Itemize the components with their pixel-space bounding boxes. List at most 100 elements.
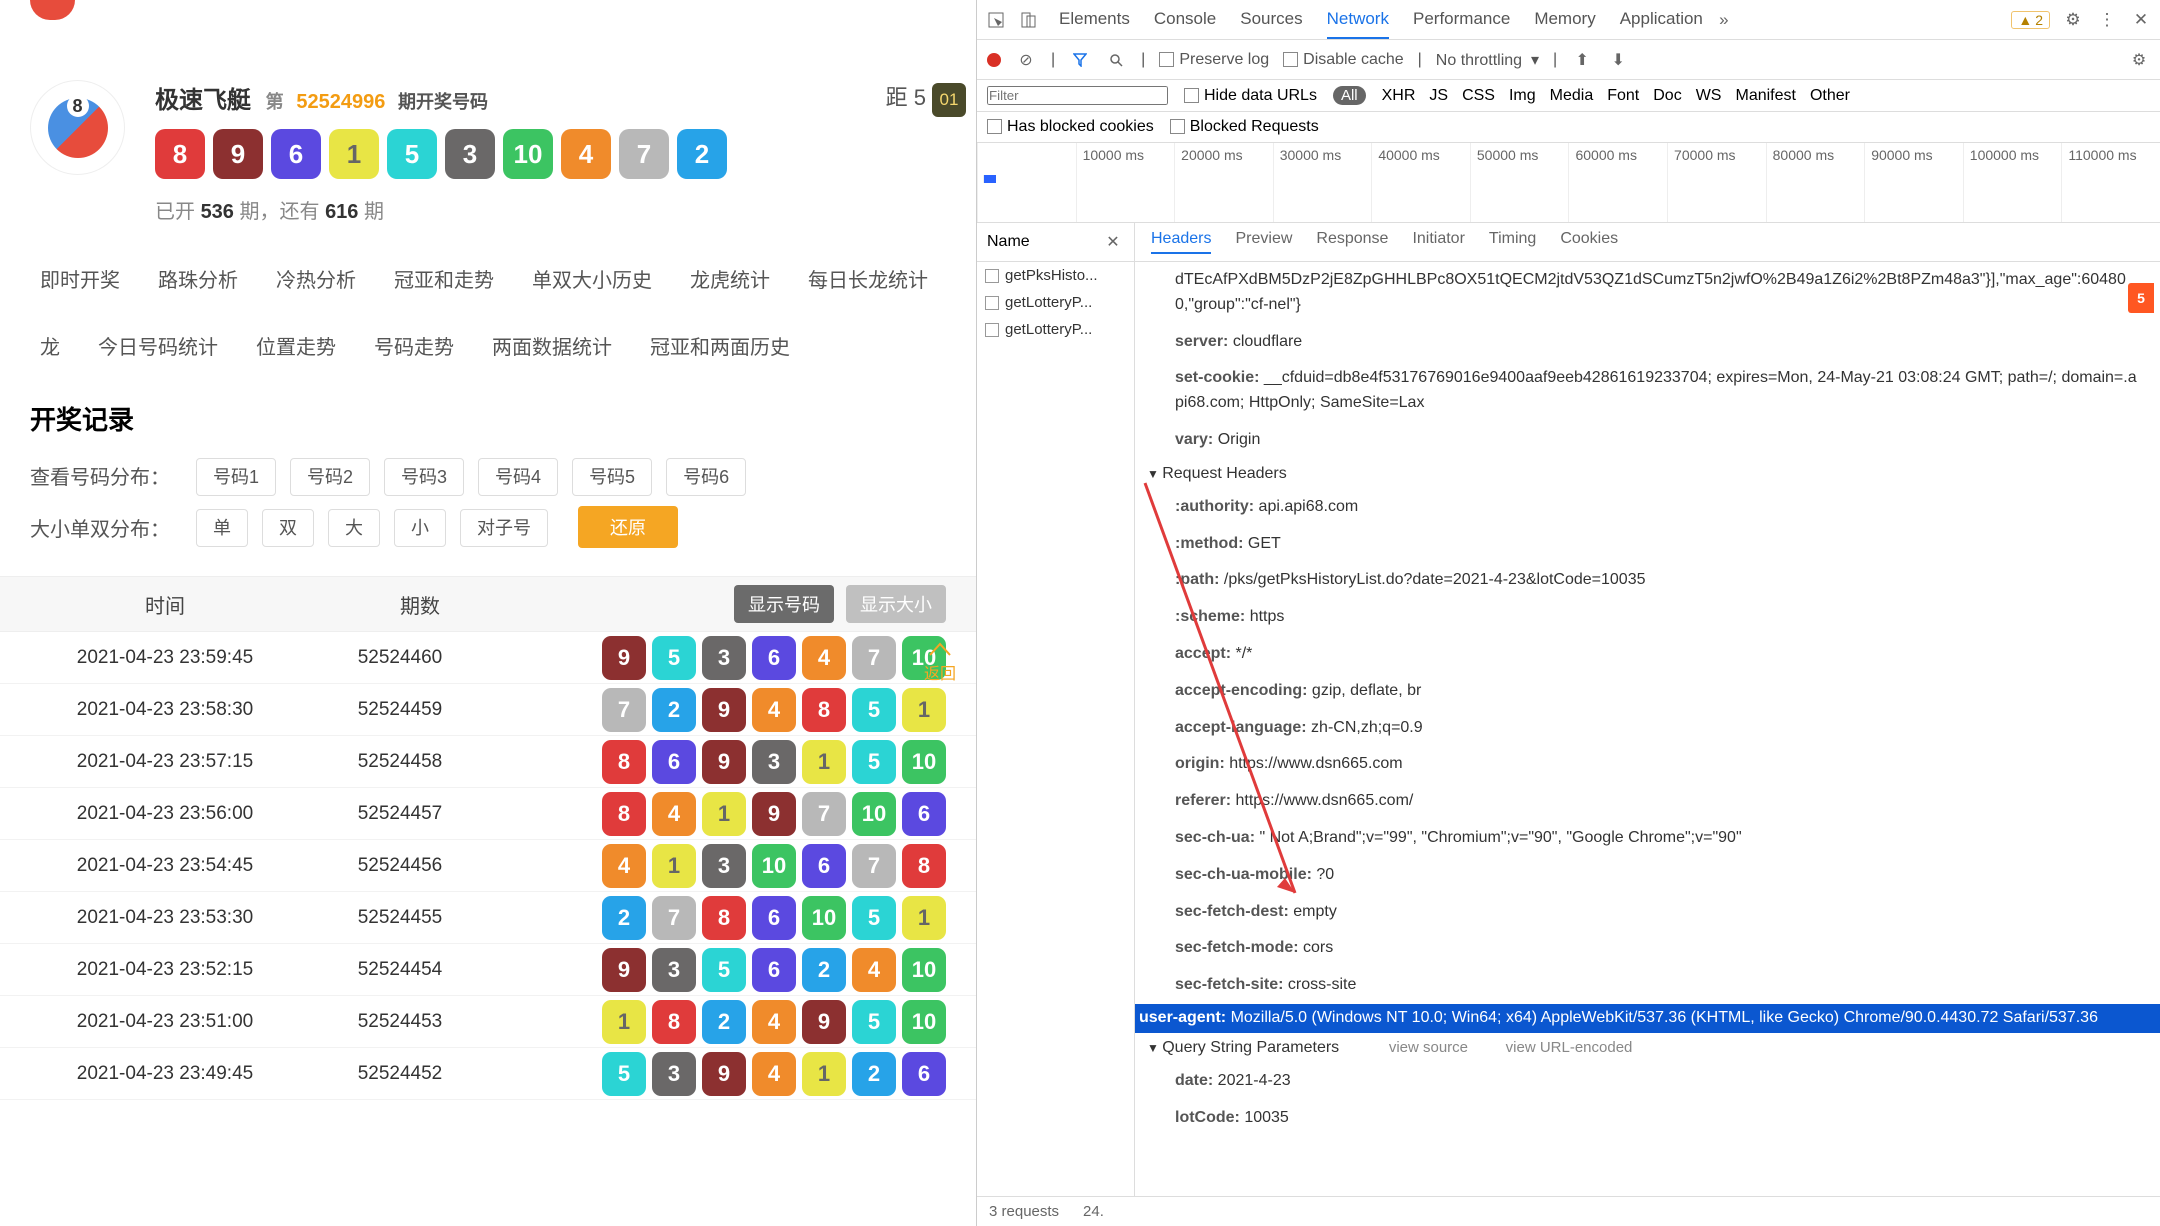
detail-tab[interactable]: Response: [1316, 230, 1388, 254]
tab-item[interactable]: 冷热分析: [276, 264, 356, 293]
filter-pill[interactable]: 号码6: [666, 458, 746, 496]
filter-all[interactable]: All: [1333, 86, 1366, 105]
history-rows: 2021-04-23 23:59:4552524460953647102021-…: [0, 632, 976, 1100]
table-row: 2021-04-23 23:52:155252445493562410: [0, 944, 976, 996]
type-filter[interactable]: XHR: [1382, 87, 1416, 104]
view-source[interactable]: view source: [1389, 1039, 1468, 1056]
show-size-button[interactable]: 显示大小: [846, 585, 946, 623]
filter-pill[interactable]: 单: [196, 509, 248, 547]
devtools-tab[interactable]: Console: [1154, 1, 1216, 39]
timeline[interactable]: 10000 ms20000 ms30000 ms40000 ms50000 ms…: [977, 143, 2160, 223]
preserve-log[interactable]: Preserve log: [1159, 51, 1269, 69]
detail-tab[interactable]: Initiator: [1412, 230, 1464, 254]
filter-pill[interactable]: 号码4: [478, 458, 558, 496]
devtools-tab[interactable]: Memory: [1534, 1, 1595, 39]
type-filter[interactable]: Media: [1550, 87, 1594, 104]
type-filter[interactable]: CSS: [1462, 87, 1495, 104]
filter-input[interactable]: [987, 86, 1168, 105]
gear-icon[interactable]: ⚙: [2062, 9, 2084, 31]
nav-tabs: 即时开奖 路珠分析 冷热分析 冠亚和走势 单双大小历史 龙虎统计 每日长龙统计龙 今日号码统计…: [0, 244, 976, 370]
filter-pill[interactable]: 小: [394, 509, 446, 547]
ball-10: 10: [902, 1000, 946, 1044]
record-icon[interactable]: [987, 53, 1001, 67]
tab-item[interactable]: 冠亚和两面历史: [650, 331, 790, 360]
devtools-tab[interactable]: Network: [1327, 1, 1389, 39]
type-filter[interactable]: WS: [1696, 87, 1722, 104]
issue-number: 52524996: [296, 91, 385, 113]
user-agent-header[interactable]: user-agent: Mozilla/5.0 (Windows NT 10.0…: [1135, 1004, 2160, 1033]
devtools-tab[interactable]: Elements: [1059, 1, 1130, 39]
filter-pill[interactable]: 号码1: [196, 458, 276, 496]
ball-5: 5: [852, 688, 896, 732]
ball-4: 4: [652, 792, 696, 836]
throttling-select[interactable]: No throttling ▾: [1436, 50, 1539, 70]
ball-2: 2: [677, 129, 727, 179]
hide-urls[interactable]: Hide data URLs: [1184, 87, 1317, 105]
request-headers-section[interactable]: Request Headers: [1135, 459, 2160, 489]
type-filter[interactable]: Other: [1810, 87, 1850, 104]
view-url-encoded[interactable]: view URL-encoded: [1506, 1039, 1633, 1056]
tab-item[interactable]: 号码走势: [374, 331, 454, 360]
tab-item[interactable]: 路珠分析: [158, 264, 238, 293]
blocked-requests[interactable]: Blocked Requests: [1170, 118, 1319, 136]
title-row: 极速飞艇 第 52524996 期开奖号码: [155, 80, 727, 115]
devtools-tab[interactable]: Sources: [1240, 1, 1302, 39]
filter-pill[interactable]: 双: [262, 509, 314, 547]
ball-6: 6: [752, 948, 796, 992]
query-string-section[interactable]: Query String Parameters: [1135, 1033, 1351, 1063]
reset-button[interactable]: 还原: [578, 506, 678, 548]
close-panel-icon[interactable]: ✕: [1102, 231, 1124, 253]
type-filter[interactable]: JS: [1429, 87, 1448, 104]
ball-5: 5: [702, 948, 746, 992]
detail-tab[interactable]: Timing: [1489, 230, 1536, 254]
type-filter[interactable]: Manifest: [1735, 87, 1795, 104]
side-ball: 01: [932, 83, 966, 117]
show-number-button[interactable]: 显示号码: [734, 585, 834, 623]
warning-badge[interactable]: ▲2: [2011, 11, 2050, 29]
download-icon[interactable]: ⬇: [1607, 49, 1629, 71]
request-item[interactable]: getLotteryP...: [977, 316, 1134, 343]
search-icon[interactable]: [1105, 49, 1127, 71]
filter-icon[interactable]: [1069, 49, 1091, 71]
devtools-tab[interactable]: Performance: [1413, 1, 1510, 39]
header-row: :method: GET: [1135, 526, 2160, 563]
filter-pill[interactable]: 号码3: [384, 458, 464, 496]
detail-tab[interactable]: Preview: [1235, 230, 1292, 254]
clear-icon[interactable]: ⊘: [1015, 49, 1037, 71]
device-icon[interactable]: [1017, 9, 1039, 31]
tab-item[interactable]: 每日长龙统计: [808, 264, 928, 293]
tab-item[interactable]: 单双大小历史: [532, 264, 652, 293]
filter-pill[interactable]: 大: [328, 509, 380, 547]
request-item[interactable]: getPksHisto...: [977, 262, 1134, 289]
blocked-cookies[interactable]: Has blocked cookies: [987, 118, 1154, 136]
inspect-icon[interactable]: [985, 9, 1007, 31]
tab-item[interactable]: 位置走势: [256, 331, 336, 360]
tab-item[interactable]: 冠亚和走势: [394, 264, 494, 293]
filter-pill[interactable]: 号码5: [572, 458, 652, 496]
close-icon[interactable]: ✕: [2130, 9, 2152, 31]
tab-item[interactable]: 龙虎统计: [690, 264, 770, 293]
tab-item[interactable]: 即时开奖: [40, 264, 120, 293]
ball-2: 2: [602, 896, 646, 940]
detail-tab[interactable]: Headers: [1151, 230, 1211, 254]
more-tabs-icon[interactable]: »: [1713, 9, 1735, 31]
tab-item[interactable]: 龙: [40, 331, 60, 360]
request-item[interactable]: getLotteryP...: [977, 289, 1134, 316]
gear-icon[interactable]: ⚙: [2128, 49, 2150, 71]
kebab-icon[interactable]: ⋮: [2096, 9, 2118, 31]
tab-item[interactable]: 今日号码统计: [98, 331, 218, 360]
header-row: :authority: api.api68.com: [1135, 489, 2160, 526]
qs-row: lotCode: 10035: [1135, 1100, 2160, 1137]
filter-pill[interactable]: 号码2: [290, 458, 370, 496]
type-filter[interactable]: Doc: [1653, 87, 1681, 104]
upload-icon[interactable]: ⬆: [1571, 49, 1593, 71]
devtools-tab[interactable]: Application: [1620, 1, 1703, 39]
tab-item[interactable]: 两面数据统计: [492, 331, 612, 360]
filter-pill[interactable]: 对子号: [460, 509, 548, 547]
back-button[interactable]: 返回: [924, 640, 956, 684]
type-filter[interactable]: Font: [1607, 87, 1639, 104]
table-row: 2021-04-23 23:54:455252445641310678: [0, 840, 976, 892]
disable-cache[interactable]: Disable cache: [1283, 51, 1404, 69]
detail-tab[interactable]: Cookies: [1560, 230, 1618, 254]
type-filter[interactable]: Img: [1509, 87, 1536, 104]
